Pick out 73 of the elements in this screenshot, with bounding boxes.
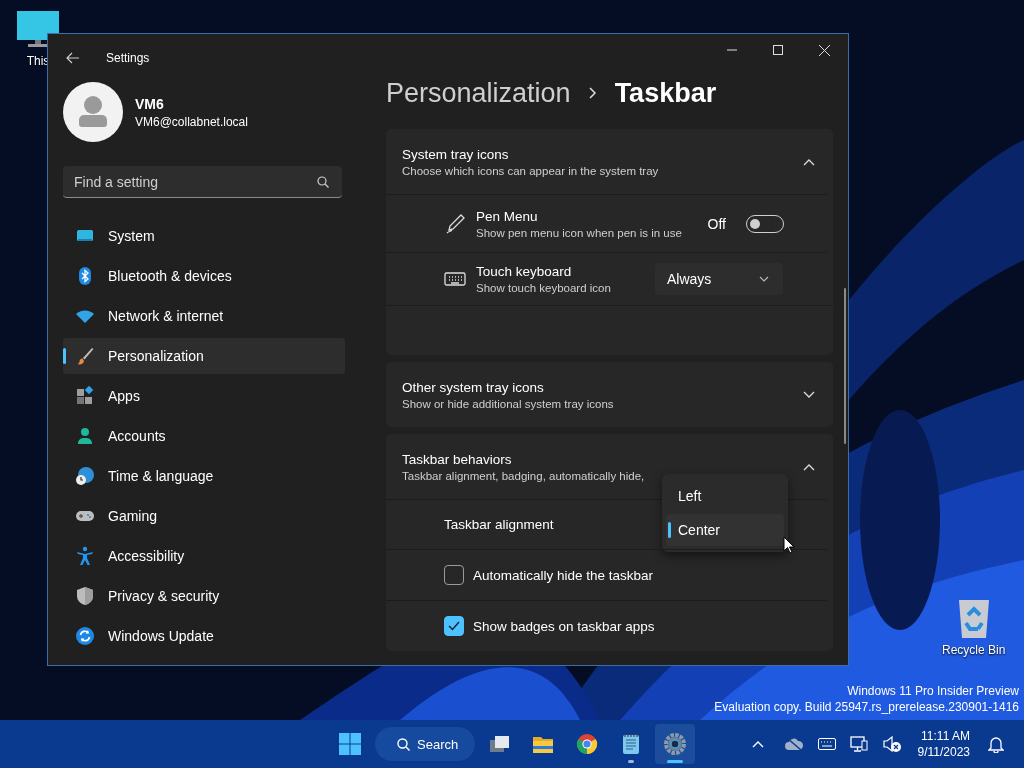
clock-time[interactable]: 11:11 AM	[921, 728, 970, 744]
chevron-down-icon	[759, 276, 769, 282]
taskbar-search-button[interactable]: Search	[375, 727, 475, 761]
nav-item[interactable]: Accessibility	[63, 538, 345, 574]
setting-description: Show pen menu icon when pen is in use	[476, 226, 683, 239]
card-title: System tray icons	[402, 146, 510, 162]
network-monitor-icon[interactable]	[849, 735, 868, 753]
maximize-icon[interactable]	[773, 45, 783, 55]
card-subtitle: Show or hide additional system tray icons	[402, 397, 615, 410]
watermark-text: Evaluation copy. Build 25947.rs_prerelease.230901-1416	[714, 699, 1019, 715]
nav-item[interactable]: System	[63, 218, 345, 254]
close-icon[interactable]	[819, 44, 830, 56]
setting-title: Pen Menu	[476, 208, 539, 224]
setting-description: Show touch keyboard icon	[476, 282, 612, 294]
bell-icon[interactable]	[988, 735, 1004, 753]
desktop-icon-label[interactable]: Recycle Bin	[942, 643, 1006, 657]
nav-item[interactable]: Time & language	[63, 458, 345, 494]
windows-logo-icon[interactable]	[338, 732, 362, 756]
back-arrow-icon[interactable]	[66, 52, 80, 64]
mouse-cursor-icon	[783, 536, 795, 554]
avatar-icon	[63, 82, 123, 142]
card-title: Taskbar behaviors	[402, 451, 513, 467]
checkbox-label: Show badges on taskbar apps	[473, 618, 655, 634]
card-title: Other system tray icons	[402, 379, 545, 395]
clock-date[interactable]: 9/11/2023	[917, 744, 970, 760]
window-title: Settings	[106, 51, 150, 65]
nav-item[interactable]: Personalization	[63, 338, 345, 374]
paintbrush-icon	[75, 346, 95, 366]
globe-clock-icon	[75, 466, 95, 486]
menu-option[interactable]: Left	[666, 480, 784, 512]
watermark-text: Windows 11 Pro Insider Preview	[847, 683, 1019, 699]
chevron-right-icon	[588, 87, 597, 99]
user-email: VM6@collabnet.local	[135, 114, 248, 129]
nav-item[interactable]: Network & internet	[63, 298, 345, 334]
monitor-icon[interactable]	[16, 10, 60, 50]
accessibility-icon	[75, 546, 95, 566]
pen-icon	[444, 212, 466, 235]
nav-item[interactable]: Bluetooth & devices	[63, 258, 345, 294]
nav-item[interactable]: Gaming	[63, 498, 345, 534]
shield-icon	[75, 586, 95, 606]
scrollbar[interactable]	[844, 288, 846, 444]
toggle-state-label: Off	[707, 215, 726, 232]
keyboard-icon	[444, 271, 466, 287]
keyboard-icon[interactable]	[817, 738, 836, 750]
user-name: VM6	[135, 95, 165, 112]
muted-speaker-icon[interactable]	[881, 735, 902, 753]
nav-item[interactable]: Privacy & security	[63, 578, 345, 614]
taskbar-app-button[interactable]	[655, 724, 695, 764]
search-icon	[317, 176, 329, 188]
checkmark-icon	[448, 621, 460, 631]
checkbox[interactable]	[444, 616, 464, 636]
page-title: Taskbar	[614, 77, 717, 109]
dropdown[interactable]: Always	[655, 263, 783, 295]
nav-item[interactable]: Apps	[63, 378, 345, 414]
search-icon	[397, 737, 410, 751]
cloud-icon[interactable]	[783, 737, 804, 751]
nav-item[interactable]: Windows Update	[63, 618, 345, 654]
apps-icon	[75, 386, 95, 406]
checkbox-label: Automatically hide the taskbar	[473, 567, 654, 583]
card-subtitle: Choose which icons can appear in the system tray	[402, 164, 660, 177]
gear-icon	[663, 732, 687, 756]
person-icon	[75, 426, 95, 446]
menu-option[interactable]: Center	[666, 514, 784, 546]
setting-title: Taskbar alignment	[444, 517, 554, 532]
card-subtitle: Taskbar alignment, badging, automatically hide,	[402, 469, 646, 482]
search-field[interactable]: Find a setting	[63, 166, 342, 198]
nav-item[interactable]: Accounts	[63, 418, 345, 454]
breadcrumb-link[interactable]: Personalization	[386, 77, 571, 109]
chevron-up-icon[interactable]	[751, 740, 764, 748]
chrome-icon	[575, 732, 599, 756]
refresh-icon	[75, 626, 95, 646]
checkbox[interactable]	[444, 565, 464, 585]
setting-title: Touch keyboard	[476, 264, 573, 279]
